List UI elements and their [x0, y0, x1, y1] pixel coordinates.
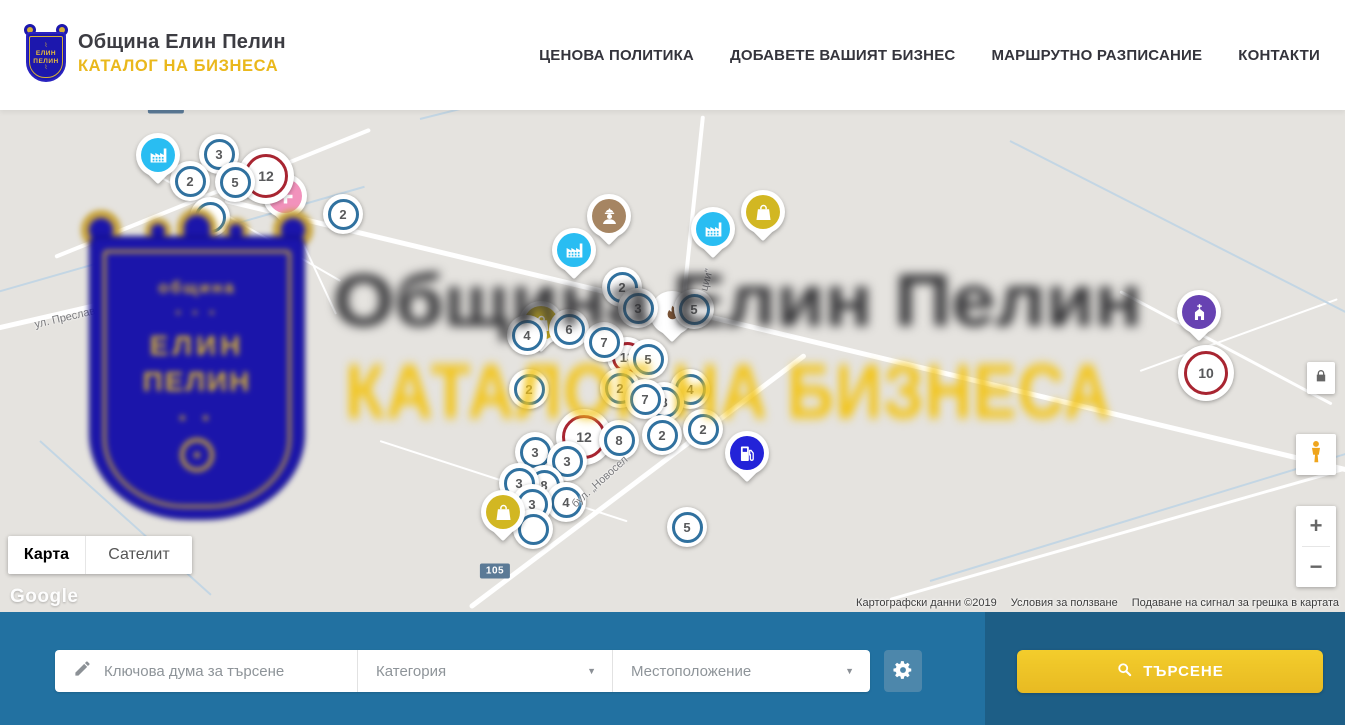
cluster-marker[interactable]: 7 [584, 322, 624, 362]
site-subtitle: КАТАЛОГ НА БИЗНЕСА [78, 57, 286, 76]
chevron-down-icon: ▼ [587, 666, 596, 676]
road-badge: 6002 [148, 110, 184, 114]
google-logo[interactable]: Google [10, 586, 78, 608]
attribution-report-link[interactable]: Подаване на сигнал за грешка в картата [1132, 597, 1339, 609]
keyword-section [55, 650, 358, 692]
search-icon [1116, 661, 1133, 682]
road-badge: 105 [480, 564, 510, 579]
cluster-marker[interactable]: 8 [599, 420, 639, 460]
crest-line2: ПЕЛИН [33, 58, 58, 65]
cluster-marker[interactable]: 2 [642, 415, 682, 455]
cluster-marker[interactable]: 2 [683, 409, 723, 449]
search-bar: ТЪРСЕНЕ Категория ▼ Местоположение ▼ [0, 612, 1345, 725]
brand-logo[interactable]: ⌇ ЕЛИН ПЕЛИН ⌇ Община Елин Пелин КАТАЛОГ… [24, 24, 286, 82]
category-select[interactable]: Категория ▼ [358, 650, 613, 692]
map-type-map-button[interactable]: Карта [8, 536, 85, 574]
attribution-copyright: Картографски данни ©2019 [856, 597, 997, 609]
gear-icon [892, 659, 914, 684]
page: ⌇ ЕЛИН ПЕЛИН ⌇ Община Елин Пелин КАТАЛОГ… [0, 0, 1345, 725]
street-view-pegman-button[interactable] [1296, 434, 1336, 475]
cluster-marker[interactable]: 4 [507, 315, 547, 355]
advanced-search-button[interactable] [884, 650, 922, 692]
cluster-marker[interactable] [190, 197, 230, 237]
cluster-marker[interactable]: 7 [625, 379, 665, 419]
pegman-icon [1303, 439, 1329, 470]
markers-layer: 1232522354613752248712822338343510600210… [0, 110, 1345, 612]
nav-contacts[interactable]: КОНТАКТИ [1238, 47, 1320, 64]
cluster-marker[interactable]: 6 [549, 309, 589, 349]
cluster-marker[interactable]: 5 [667, 507, 707, 547]
nav-route-schedule[interactable]: МАРШРУТНО РАЗПИСАНИЕ [991, 47, 1202, 64]
map-attribution: Картографски данни ©2019 Условия за полз… [856, 597, 1339, 609]
street-label: ул. Преслав [34, 305, 97, 331]
cluster-marker[interactable]: 10 [1178, 345, 1234, 401]
map-type-control: Карта Сателит [8, 536, 192, 574]
main-nav: ЦЕНОВА ПОЛИТИКА ДОБАВЕТЕ ВАШИЯТ БИЗНЕС М… [539, 0, 1320, 110]
chevron-down-icon: ▼ [845, 666, 854, 676]
map-canvas[interactable]: 1232522354613752248712822338343510600210… [0, 110, 1345, 612]
nav-add-business[interactable]: ДОБАВЕТЕ ВАШИЯТ БИЗНЕС [730, 47, 955, 64]
pencil-icon [73, 659, 92, 683]
municipality-crest-icon: ⌇ ЕЛИН ПЕЛИН ⌇ [24, 24, 68, 82]
street-label: ции" [698, 268, 715, 293]
zoom-control: + − [1296, 506, 1336, 587]
attribution-terms-link[interactable]: Условия за ползване [1011, 597, 1118, 609]
zoom-out-button[interactable]: − [1296, 547, 1336, 587]
cluster-marker[interactable]: 2 [509, 369, 549, 409]
cluster-marker[interactable]: 5 [215, 162, 255, 202]
cluster-marker[interactable]: 5 [674, 289, 714, 329]
site-title: Община Елин Пелин [78, 31, 286, 54]
zoom-in-button[interactable]: + [1296, 506, 1336, 546]
crest-line1: ЕЛИН [36, 50, 56, 57]
lock-control-button[interactable] [1307, 362, 1335, 394]
search-input-group: Категория ▼ Местоположение ▼ [55, 650, 870, 692]
search-button[interactable]: ТЪРСЕНЕ [1017, 650, 1323, 693]
nav-pricing[interactable]: ЦЕНОВА ПОЛИТИКА [539, 47, 694, 64]
map-type-satellite-button[interactable]: Сателит [85, 536, 192, 574]
search-bar-right-panel: ТЪРСЕНЕ [985, 612, 1345, 725]
lock-icon [1313, 368, 1329, 389]
cluster-marker[interactable]: 2 [323, 194, 363, 234]
keyword-input[interactable] [104, 663, 334, 680]
cluster-marker[interactable]: 3 [618, 288, 658, 328]
location-select[interactable]: Местоположение ▼ [613, 650, 870, 692]
header: ⌇ ЕЛИН ПЕЛИН ⌇ Община Елин Пелин КАТАЛОГ… [0, 0, 1345, 110]
